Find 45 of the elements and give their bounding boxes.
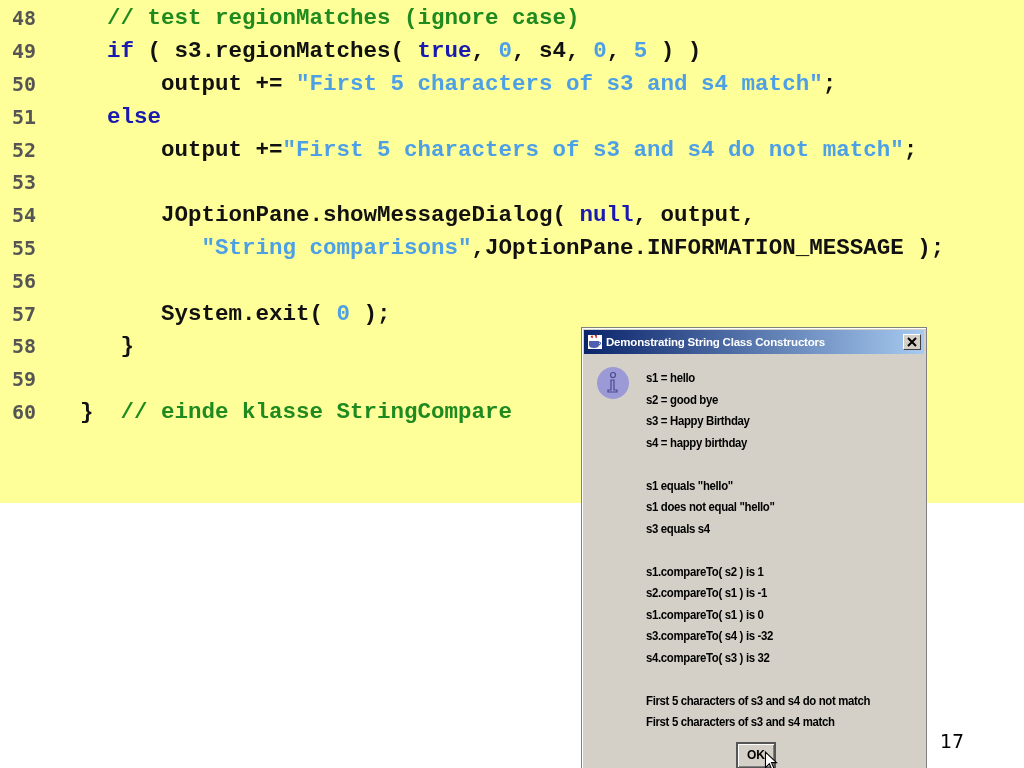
message-line: s1 does not equal "hello" [646,499,776,516]
line-number: 56 [11,268,38,293]
line-number: 59 [11,367,38,392]
code-line: else [106,103,162,130]
line-number: 52 [11,137,38,162]
ok-button[interactable]: OK [736,741,776,768]
code-line: output += "First 5 characters of s3 and s4 match"; [160,71,837,97]
message-line: First 5 characters of s3 and s4 match [646,714,836,731]
line-number: 55 [11,235,38,260]
message-line: First 5 characters of s3 and s4 do not match [646,692,871,710]
message-line: s1 equals "hello" [646,477,734,495]
message-line: s2 = good bye [646,391,719,409]
message-line: s1.compareTo( s1 ) is 0 [646,606,765,624]
message-line: s4 = happy birthday [646,434,749,452]
code-line: if ( s3.regionMatches( true, 0, s4, 0, 5 ) ) [106,38,702,65]
code-line: JOptionPane.showMessageDialog( null, output, [160,202,756,229]
dialog-title: Demonstrating String Class Constructors [606,336,827,348]
info-icon [596,366,630,400]
line-number: 57 [11,301,38,326]
close-icon [907,337,917,347]
code-line: "String comparisons",JOptionPane.INFORMATION_MESSAGE ); [200,234,945,261]
code-line: } [119,333,134,360]
message-line: s3.compareTo( s4 ) is -32 [646,628,775,645]
line-number: 51 [11,104,38,129]
message-line: s1.compareTo( s2 ) is 1 [646,563,765,581]
cursor-icon [764,750,778,768]
page-number: 17 [940,730,965,752]
line-number: 48 [11,6,38,31]
message-line: s1 = hello [646,370,696,387]
cup-icon [587,334,603,350]
line-number: 60 [11,399,38,424]
code-line: output +="First 5 characters of s3 and s4 do not match"; [160,136,918,163]
code-line: // test regionMatches (ignore case) [106,5,580,32]
code-line: System.exit( 0 ); [160,300,391,327]
message-line: s4.compareTo( s3 ) is 32 [646,649,771,667]
line-number: 53 [11,170,38,195]
close-button[interactable] [903,334,921,350]
message-line: s3 equals s4 [646,520,711,538]
line-number: 58 [11,334,38,359]
line-number: 49 [11,39,38,64]
code-line: } // einde klasse StringCompare [79,398,513,425]
message-line: s2.compareTo( s1 ) is -1 [646,585,769,602]
message-line: s3 = Happy Birthday [646,413,751,430]
line-number: 50 [11,72,38,96]
line-number: 54 [11,203,38,228]
